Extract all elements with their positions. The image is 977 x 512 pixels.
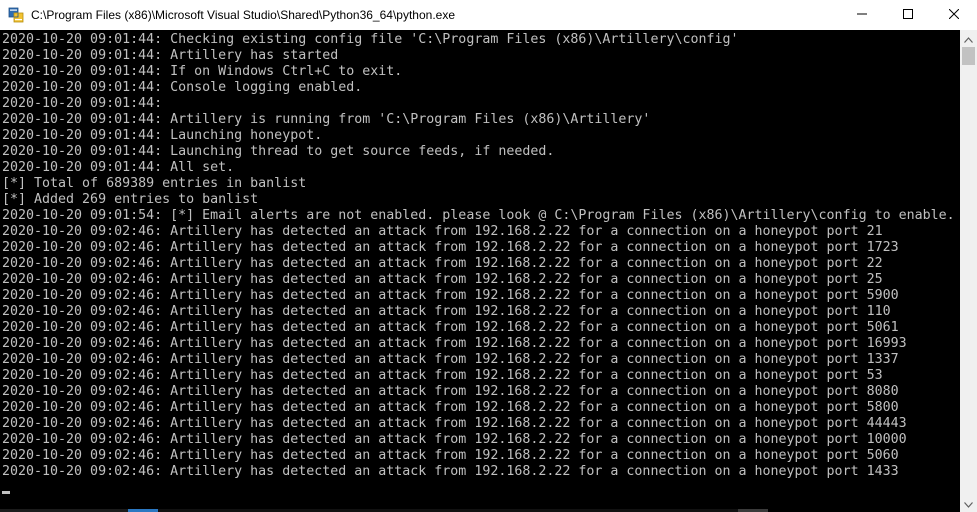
console-line: 2020-10-20 09:02:46: Artillery has detec… [2,256,883,271]
console-line: 2020-10-20 09:02:46: Artillery has detec… [2,352,899,367]
console-line: 2020-10-20 09:01:44: All set. [2,160,235,175]
console-line: 2020-10-20 09:02:46: Artillery has detec… [2,416,907,431]
scroll-down-arrow-icon [964,495,973,512]
scroll-up-arrow-icon [964,30,973,48]
console-lines: 2020-10-20 09:01:44: Checking existing c… [2,32,955,480]
console-line: 2020-10-20 09:02:46: Artillery has detec… [2,448,899,463]
vertical-scrollbar[interactable] [960,30,977,512]
console-line: 2020-10-20 09:02:46: Artillery has detec… [2,336,907,351]
close-button[interactable] [931,0,977,30]
close-icon [948,8,960,22]
console-line: 2020-10-20 09:01:44: Checking existing c… [2,32,739,47]
scroll-up-button[interactable] [960,30,977,47]
console-line: 2020-10-20 09:01:44: Artillery has start… [2,48,339,63]
maximize-button[interactable] [885,0,931,30]
console-line: 2020-10-20 09:01:44: [2,96,163,111]
scroll-thumb[interactable] [962,47,975,65]
console-line: 2020-10-20 09:02:46: Artillery has detec… [2,272,883,287]
maximize-icon [903,8,913,22]
text-cursor [2,491,10,494]
console-line: 2020-10-20 09:01:44: Console logging ena… [2,80,363,95]
title-bar[interactable]: C:\Program Files (x86)\Microsoft Visual … [0,0,977,30]
console-line: 2020-10-20 09:02:46: Artillery has detec… [2,288,899,303]
console-line: 2020-10-20 09:01:44: Launching thread to… [2,144,555,159]
minimize-icon [857,8,867,22]
console-line: 2020-10-20 09:02:46: Artillery has detec… [2,432,907,447]
console-line: 2020-10-20 09:02:46: Artillery has detec… [2,224,883,239]
minimize-button[interactable] [839,0,885,30]
console-line: 2020-10-20 09:02:46: Artillery has detec… [2,384,899,399]
console-line: [*] Added 269 entries to banlist [2,192,259,207]
console-line: 2020-10-20 09:02:46: Artillery has detec… [2,240,899,255]
console-window: C:\Program Files (x86)\Microsoft Visual … [0,0,977,512]
console-line: 2020-10-20 09:02:46: Artillery has detec… [2,400,899,415]
console-line: 2020-10-20 09:01:54: [*] Email alerts ar… [2,208,955,223]
console-line: 2020-10-20 09:01:44: Launching honeypot. [2,128,323,143]
console-line: 2020-10-20 09:02:46: Artillery has detec… [2,320,899,335]
window-title: C:\Program Files (x86)\Microsoft Visual … [31,8,455,22]
console-line: 2020-10-20 09:02:46: Artillery has detec… [2,304,891,319]
console-output[interactable]: 2020-10-20 09:01:44: Checking existing c… [0,30,960,512]
console-line: 2020-10-20 09:01:44: Artillery is runnin… [2,112,651,127]
console-line: 2020-10-20 09:02:46: Artillery has detec… [2,368,883,383]
python-console-icon [8,7,24,23]
console-line: 2020-10-20 09:01:44: If on Windows Ctrl+… [2,64,403,79]
console-line: 2020-10-20 09:02:46: Artillery has detec… [2,464,899,479]
scroll-down-button[interactable] [960,495,977,512]
console-line: [*] Total of 689389 entries in banlist [2,176,307,191]
